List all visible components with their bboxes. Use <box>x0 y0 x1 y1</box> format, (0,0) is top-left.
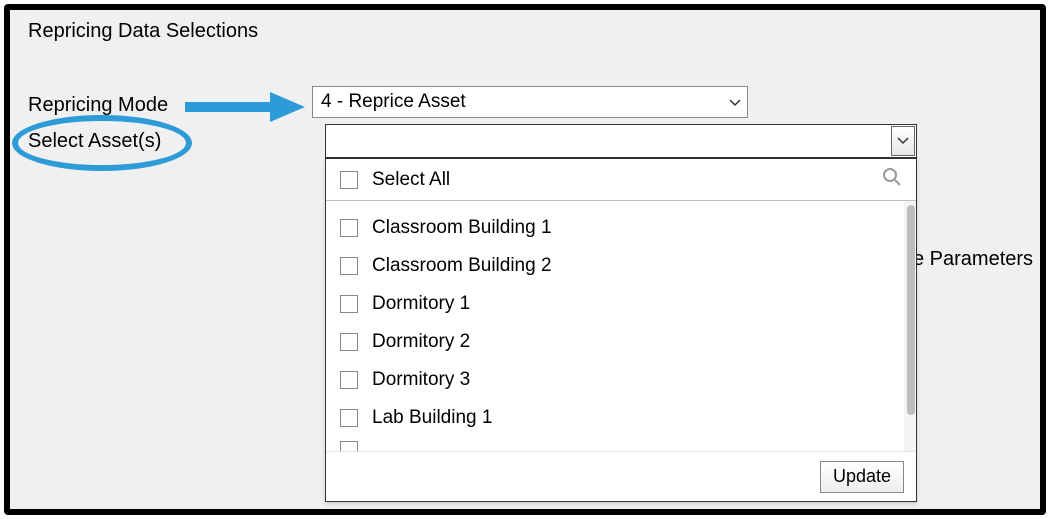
dropdown-list: Classroom Building 1 Classroom Building … <box>326 201 916 451</box>
update-button[interactable]: Update <box>820 461 904 493</box>
item-label: Classroom Building 1 <box>372 217 552 239</box>
dropdown-footer: Update <box>326 451 916 501</box>
search-icon[interactable] <box>882 167 902 192</box>
item-checkbox[interactable] <box>340 257 358 275</box>
list-item[interactable]: Dormitory 1 <box>340 285 916 323</box>
item-checkbox[interactable] <box>340 219 358 237</box>
item-label: Dormitory 2 <box>372 331 470 353</box>
item-label: Lab Building 1 <box>372 407 492 429</box>
list-item[interactable]: Dormitory 2 <box>340 323 916 361</box>
item-checkbox[interactable] <box>340 371 358 389</box>
item-label: Dormitory 3 <box>372 369 470 391</box>
item-checkbox[interactable] <box>340 409 358 427</box>
select-all-label: Select All <box>372 169 882 191</box>
label-repricing-mode: Repricing Mode <box>28 94 168 117</box>
item-checkbox[interactable] <box>340 441 358 451</box>
panel-frame: Repricing Data Selections Repricing Mode… <box>4 4 1046 515</box>
item-checkbox[interactable] <box>340 333 358 351</box>
assets-dropdown-panel: Select All Classroom Building 1 Classroo… <box>325 158 917 502</box>
list-item[interactable] <box>340 437 916 451</box>
item-label: Classroom Building 2 <box>372 255 552 277</box>
panel-title: Repricing Data Selections <box>28 20 258 43</box>
chevron-down-icon <box>729 91 741 113</box>
chevron-down-icon <box>897 137 909 145</box>
list-item[interactable]: Dormitory 3 <box>340 361 916 399</box>
dropdown-toggle-button[interactable] <box>891 126 915 156</box>
repricing-mode-value: 4 - Reprice Asset <box>321 91 466 113</box>
list-item[interactable]: Classroom Building 2 <box>340 247 916 285</box>
list-item[interactable]: Classroom Building 1 <box>340 209 916 247</box>
label-select-assets: Select Asset(s) <box>28 130 161 153</box>
repricing-mode-select[interactable]: 4 - Reprice Asset <box>312 86 748 118</box>
dropdown-header: Select All <box>326 159 916 201</box>
scrollbar-thumb[interactable] <box>907 205 915 415</box>
scrollbar-track[interactable] <box>904 201 916 451</box>
item-label: Dormitory 1 <box>372 293 470 315</box>
select-all-checkbox[interactable] <box>340 171 358 189</box>
list-item[interactable]: Lab Building 1 <box>340 399 916 437</box>
background-parameters-text: e Parameters <box>913 248 1033 271</box>
item-checkbox[interactable] <box>340 295 358 313</box>
select-assets-input[interactable] <box>325 124 917 158</box>
annotation-arrow-icon <box>185 92 305 122</box>
